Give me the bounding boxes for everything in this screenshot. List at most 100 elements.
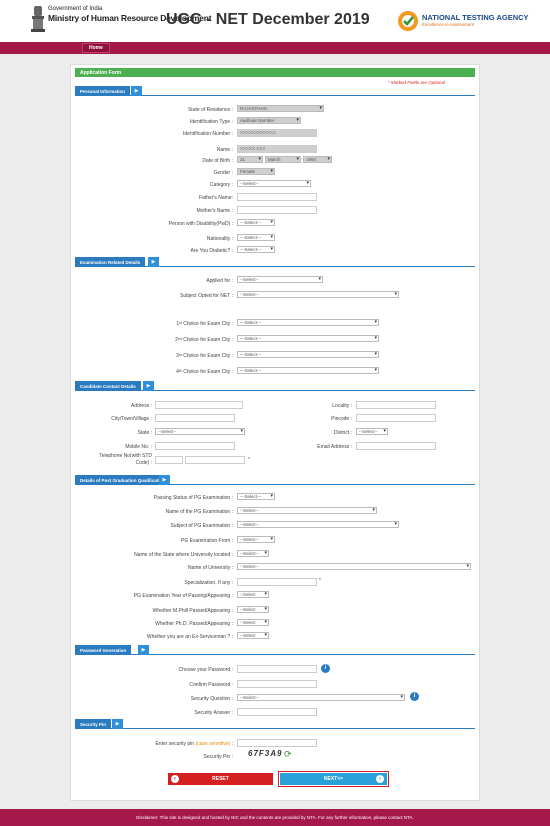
next-label: NEXT>>	[323, 776, 344, 782]
form-card	[70, 64, 480, 801]
category-select[interactable]: --Select--	[237, 180, 311, 187]
dob-day-select[interactable]: 31	[237, 156, 263, 163]
optional-star: *	[248, 457, 250, 463]
next-button[interactable]: NEXT>> ›	[278, 771, 389, 787]
page-title: UGC - NET December 2019	[166, 11, 370, 28]
nta-logo-icon	[398, 11, 418, 31]
nationality-select[interactable]: ---Select---	[237, 234, 275, 241]
univ-state-select[interactable]: --Select--	[237, 550, 269, 557]
diabetic-label: Are You Diabetic? :	[190, 248, 233, 254]
univ-state-label: Name of the State where University locat…	[134, 552, 233, 558]
city-input[interactable]	[155, 414, 235, 422]
password-label: Choose your Password :	[178, 667, 233, 673]
pg-year-label: PG Examination Year of Passing/Appearing…	[133, 593, 233, 599]
pwd-label: Person with Disability(PwD) :	[168, 221, 233, 227]
mphil-select[interactable]: --Select	[237, 606, 269, 613]
enter-pin-label: Enter security pin (case sensitive) :	[155, 741, 233, 747]
contact-state-label: State :	[137, 430, 152, 436]
city1-select[interactable]: ---Select---	[237, 319, 379, 326]
section-pg: Details of Post Graduation Qualification…	[75, 475, 475, 485]
footer-disclaimer: Disclaimer: This site is designed and ho…	[0, 809, 550, 826]
univ-select[interactable]: --Select--	[237, 563, 471, 570]
mobile-input[interactable]	[155, 442, 235, 450]
std-code-input[interactable]	[155, 456, 183, 464]
security-question-select[interactable]: --Select--	[237, 694, 405, 701]
captcha-image: 67F3A9	[248, 749, 283, 758]
subject-select[interactable]: --Select--	[237, 291, 399, 298]
name-input[interactable]: XXXXX XXX	[237, 145, 317, 153]
section-exam: Examination Related Details ▶	[75, 257, 475, 267]
applied-select[interactable]: --Select--	[237, 276, 323, 283]
pg-subject-select[interactable]: --Select--	[237, 521, 399, 528]
locality-input[interactable]	[356, 401, 436, 409]
security-answer-label: Security Answer :	[194, 710, 233, 716]
mother-input[interactable]	[237, 206, 317, 214]
univ-label: Name of University :	[187, 565, 233, 571]
address-input[interactable]	[155, 401, 243, 409]
city3-select[interactable]: ---Select---	[237, 351, 379, 358]
idnum-input[interactable]: XXXXXXXXXXXX	[237, 129, 317, 137]
email-label: Email Address :	[317, 444, 352, 450]
back-arrow-icon: ‹	[171, 775, 179, 783]
pg-status-label: Passing Status of PG Examination :	[153, 495, 233, 501]
father-label: Father's Name:	[198, 195, 233, 201]
dob-month-select[interactable]: March	[265, 156, 301, 163]
phd-select[interactable]: --Select	[237, 619, 269, 626]
phd-label: Whether Ph.D. Passed/Appearing :	[155, 621, 233, 627]
nta-title: NATIONAL TESTING AGENCY	[422, 13, 529, 22]
idnum-label: Identification Number :	[182, 131, 233, 137]
gender-label: Gender :	[213, 170, 233, 176]
email-input[interactable]	[356, 442, 436, 450]
district-label: District :	[333, 430, 352, 436]
security-pin-input[interactable]	[237, 739, 317, 747]
security-answer-input[interactable]	[237, 708, 317, 716]
pincode-input[interactable]	[356, 414, 436, 422]
ex-serviceman-label: Whether you are an Ex-Serviceman ? :	[146, 634, 233, 640]
locality-label: Locality :	[332, 403, 352, 409]
address-label: Address :	[130, 403, 152, 409]
pg-from-select[interactable]: --Select--	[237, 536, 275, 543]
state-select[interactable]: RAJASTHAN	[237, 105, 324, 112]
confirm-password-input[interactable]	[237, 680, 317, 688]
telephone-input[interactable]	[185, 456, 245, 464]
district-select[interactable]: --Select--	[356, 428, 388, 435]
dob-year-select[interactable]: 1994	[303, 156, 332, 163]
section-personal: Personal Information ▶	[75, 86, 475, 96]
pg-status-select[interactable]: ---Select---	[237, 493, 275, 500]
father-input[interactable]	[237, 193, 317, 201]
pwd-select[interactable]: ---Select---	[237, 219, 275, 226]
choice1-label: 1st Choice for Exam City :	[176, 321, 233, 327]
arrow-icon: ▶	[148, 257, 159, 267]
ex-serviceman-select[interactable]: --Select	[237, 632, 269, 639]
city-label: City/Town/Village :	[111, 416, 152, 422]
security-question-label: Security Question :	[190, 696, 233, 702]
password-info-icon[interactable]: i	[321, 664, 330, 673]
password-input[interactable]	[237, 665, 317, 673]
reset-button[interactable]: ‹ RESET	[168, 773, 273, 785]
arrow-icon: ▶	[143, 381, 154, 391]
idtype-select[interactable]: Aadhaar Number	[237, 117, 301, 124]
section-contact: Candidate Contact Details ▶	[75, 381, 475, 391]
city4-select[interactable]: ---Select---	[237, 367, 379, 374]
arrow-icon: ▶	[159, 475, 170, 485]
city2-select[interactable]: ---Select---	[237, 335, 379, 342]
forward-arrow-icon: ›	[376, 775, 384, 783]
home-link[interactable]: Home	[82, 43, 110, 53]
mphil-label: Whether M.Phill Passed/Appearing :	[152, 608, 233, 614]
arrow-icon: ▶	[138, 645, 149, 655]
nta-tagline: Excellence in Assessment	[422, 22, 475, 27]
pg-subject-label: Subject of PG Examination :	[170, 523, 233, 529]
pg-from-label: PG Examination From :	[181, 538, 233, 544]
pincode-label: Pincode :	[331, 416, 352, 422]
form-title: Application Form	[75, 68, 475, 77]
pg-year-select[interactable]: --Select	[237, 591, 269, 598]
national-emblem-icon	[31, 6, 45, 32]
refresh-captcha-icon[interactable]: ⟳	[284, 749, 294, 759]
gender-select[interactable]: Female	[237, 168, 275, 175]
pg-name-select[interactable]: --Select--	[237, 507, 377, 514]
spec-input[interactable]	[237, 578, 317, 586]
diabetic-select[interactable]: ---Select---	[237, 246, 275, 253]
telephone-label: Telephone No(with STD Code) :	[99, 453, 152, 466]
question-info-icon[interactable]: i	[410, 692, 419, 701]
contact-state-select[interactable]: --Select--	[155, 428, 245, 435]
